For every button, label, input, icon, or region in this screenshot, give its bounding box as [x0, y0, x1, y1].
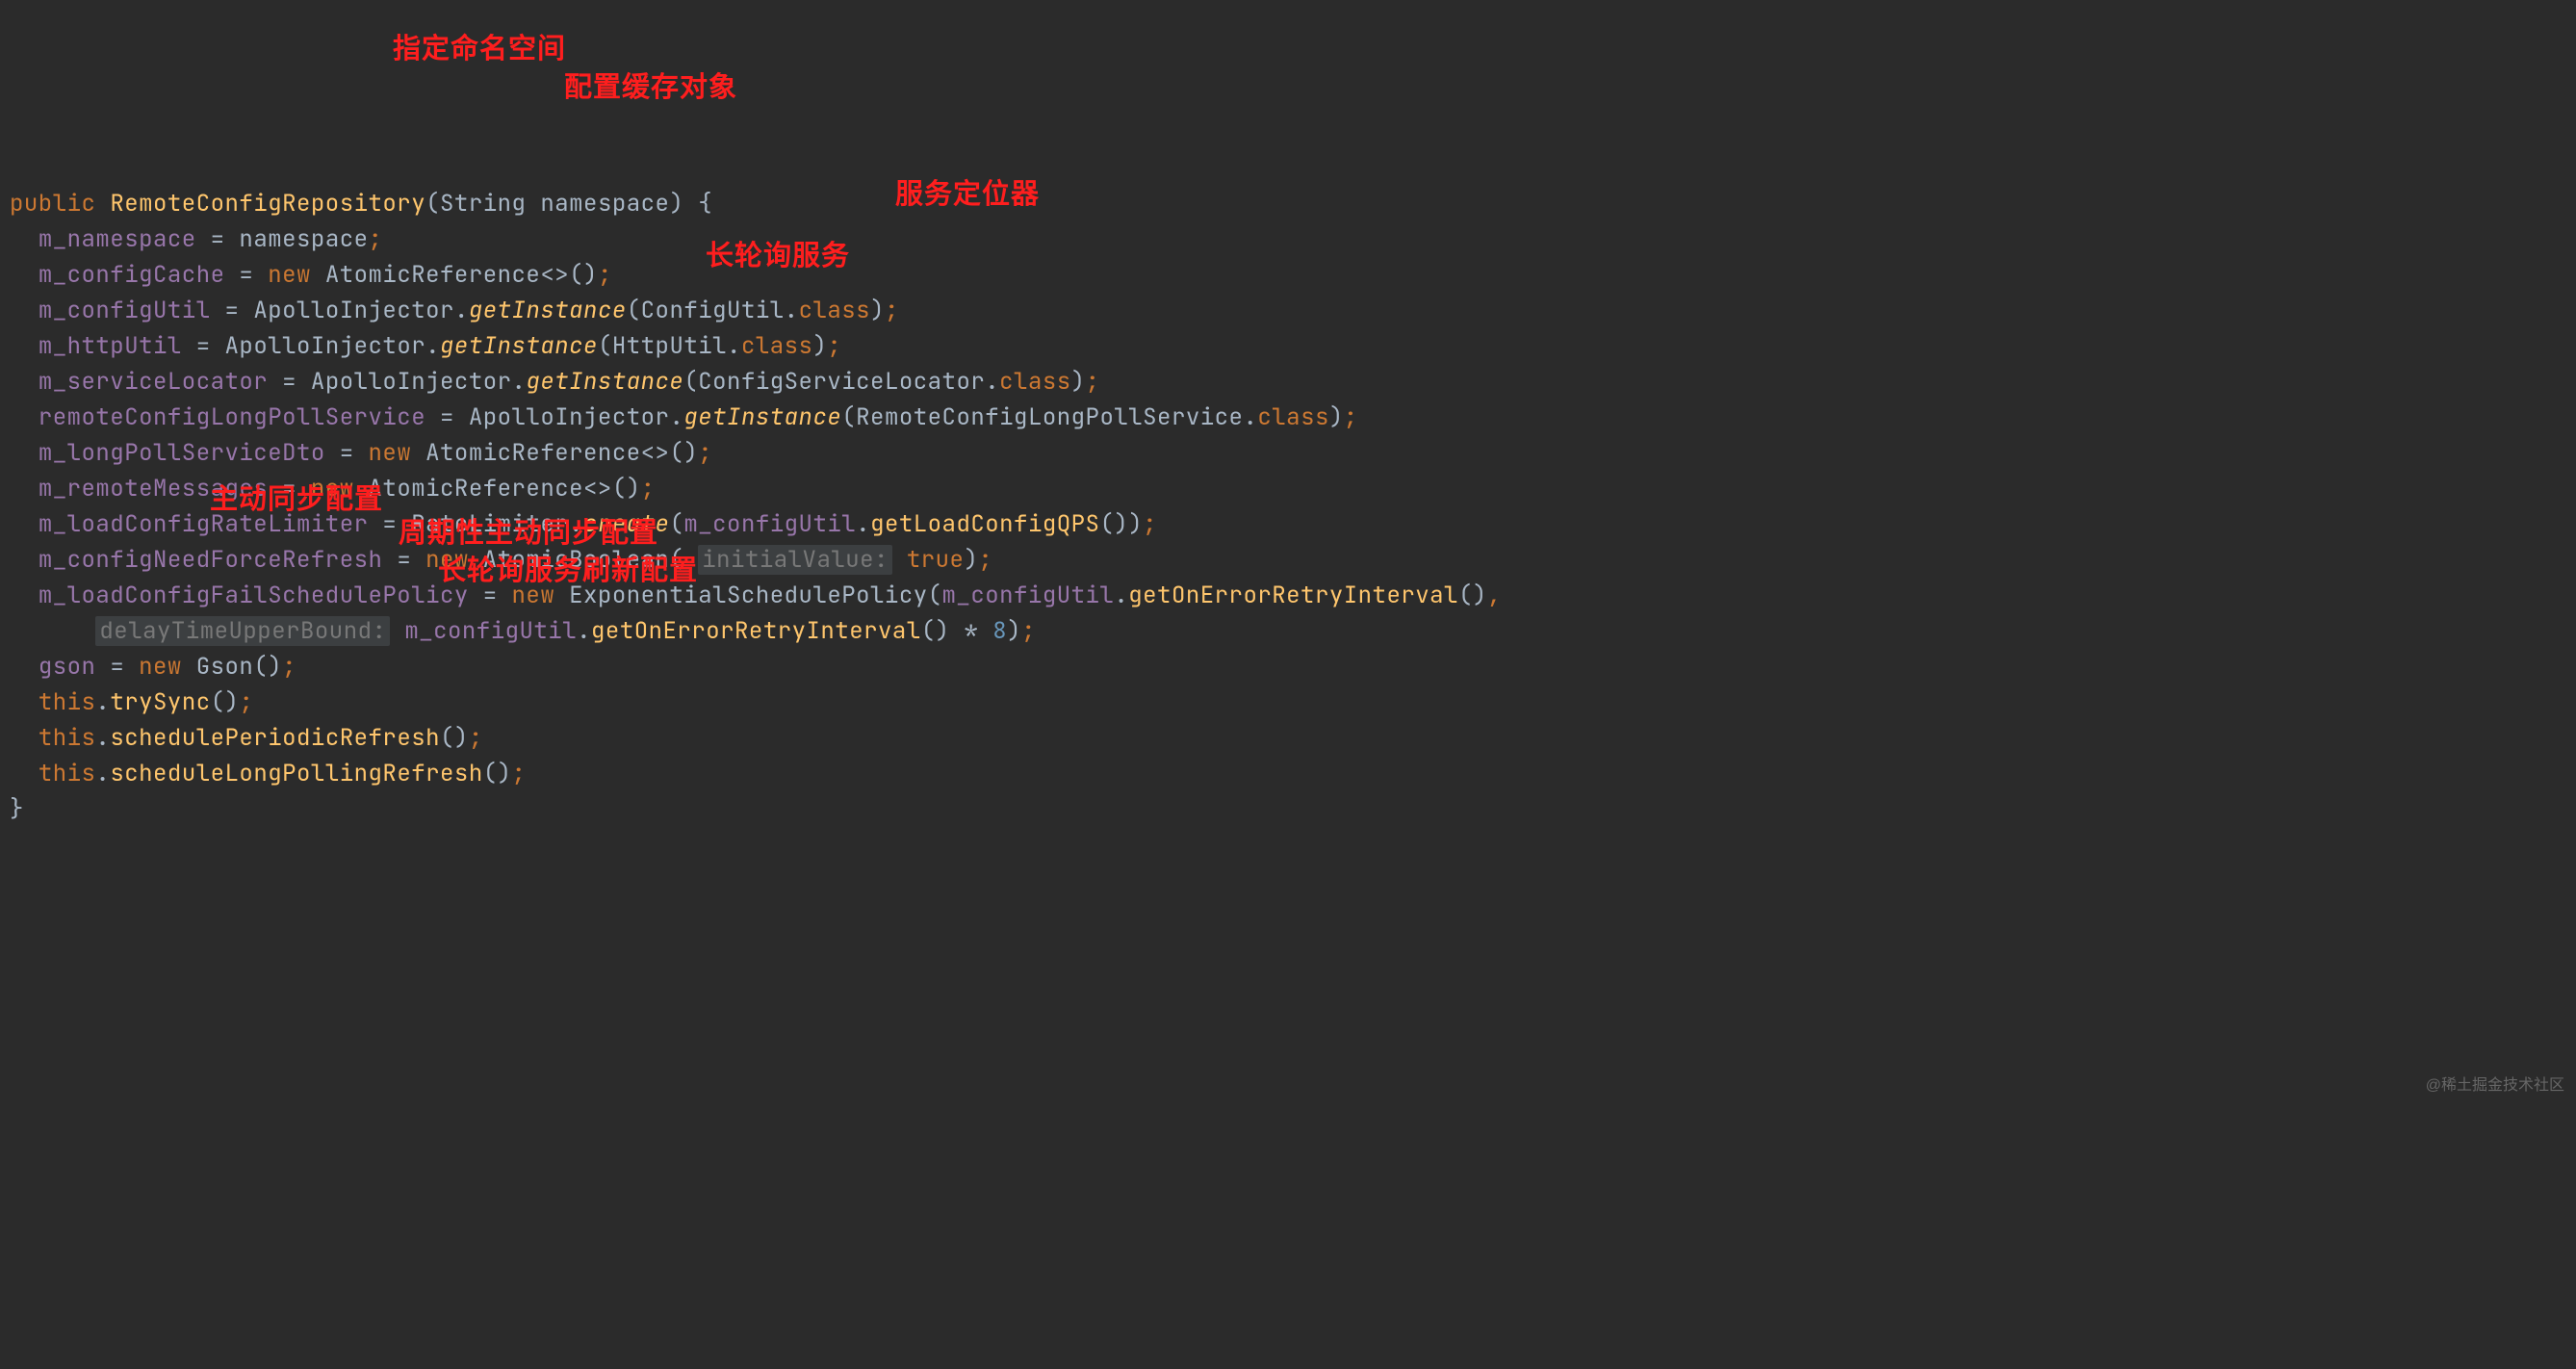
type: AtomicReference [369, 474, 584, 504]
annotation-long-poll: 长轮询服务 [706, 239, 850, 274]
call: schedulePeriodicRefresh [110, 723, 440, 753]
class: ApolloInjector [253, 296, 454, 325]
kw-public: public [10, 189, 95, 219]
annotation-long-poll-refresh: 长轮询服务刷新配置 [438, 554, 698, 589]
field: m_configNeedForceRefresh [39, 545, 383, 575]
field: m_configCache [39, 260, 225, 290]
class: ApolloInjector [311, 367, 512, 397]
ctor-name: RemoteConfigRepository [110, 189, 425, 219]
kw-this: this [39, 687, 96, 717]
line-7: remoteConfigLongPollService = ApolloInje… [10, 402, 1358, 432]
line-17: this.scheduleLongPollingRefresh(); [10, 759, 526, 788]
field: m_httpUtil [39, 331, 182, 361]
annotation-periodic: 周期性主动同步配置 [399, 516, 658, 552]
kw-new: new [268, 260, 311, 290]
method: getInstance [469, 296, 627, 325]
parens: () [612, 474, 641, 504]
annotation-try-sync: 主动同步配置 [210, 482, 383, 518]
annotation-namespace: 指定命名空间 [393, 32, 566, 67]
type: Gson [196, 652, 254, 682]
brace-open: { [698, 189, 712, 219]
generics: <> [540, 260, 569, 290]
obj: m_configUtil [404, 616, 577, 646]
annotation-service-locator: 服务定位器 [895, 177, 1040, 213]
field: m_namespace [39, 224, 196, 254]
line-12: m_loadConfigFailSchedulePolicy = new Exp… [10, 581, 1502, 610]
class: ApolloInjector [469, 402, 670, 432]
rhs: namespace [239, 224, 368, 254]
method: getInstance [440, 331, 598, 361]
class: ApolloInjector [225, 331, 426, 361]
kw-this: this [39, 759, 96, 788]
watermark: @稀土掘金技术社区 [2426, 1068, 2564, 1103]
call: scheduleLongPollingRefresh [110, 759, 482, 788]
code-block: public RemoteConfigRepository(String nam… [0, 142, 2576, 835]
line-13: delayTimeUpperBound: m_configUtil.getOnE… [10, 616, 1036, 646]
arg1-call: getOnErrorRetryInterval [1128, 581, 1458, 610]
bool-true: true [907, 545, 965, 575]
arg1-obj: m_configUtil [942, 581, 1115, 610]
call: trySync [110, 687, 210, 717]
generics: <> [583, 474, 612, 504]
kw-new: new [139, 652, 182, 682]
line-18: } [10, 794, 24, 824]
arg-type: HttpUtil [612, 331, 727, 361]
arg-call: getLoadConfigQPS [870, 509, 1099, 539]
generics: <> [641, 438, 670, 468]
arg-type: ConfigUtil [641, 296, 785, 325]
parens: () [569, 260, 598, 290]
line-14: gson = new Gson(); [10, 652, 296, 682]
line-3: m_configCache = new AtomicReference<>(); [10, 260, 612, 290]
kw-new: new [369, 438, 412, 468]
line-8: m_longPollServiceDto = new AtomicReferen… [10, 438, 712, 468]
type: AtomicReference [325, 260, 541, 290]
line-5: m_httpUtil = ApolloInjector.getInstance(… [10, 331, 841, 361]
line-16: this.schedulePeriodicRefresh(); [10, 723, 483, 753]
field: gson [39, 652, 96, 682]
arg-type: RemoteConfigLongPollService [856, 402, 1243, 432]
param-type: String [440, 189, 526, 219]
call: getOnErrorRetryInterval [591, 616, 921, 646]
param-hint: delayTimeUpperBound: [95, 616, 390, 646]
op: * [964, 616, 978, 646]
field: m_configUtil [39, 296, 211, 325]
method: getInstance [683, 402, 841, 432]
field: remoteConfigLongPollService [39, 402, 425, 432]
type: AtomicReference [425, 438, 641, 468]
line-4: m_configUtil = ApolloInjector.getInstanc… [10, 296, 899, 325]
method: getInstance [526, 367, 683, 397]
line-2: m_namespace = namespace; [10, 224, 382, 254]
parens: () [669, 438, 698, 468]
line-1: public RemoteConfigRepository(String nam… [10, 189, 712, 219]
arg-obj: m_configUtil [683, 509, 856, 539]
param-name: namespace [540, 189, 669, 219]
brace-close: } [10, 794, 24, 824]
field: m_loadConfigFailSchedulePolicy [39, 581, 469, 610]
annotation-config-cache: 配置缓存对象 [564, 70, 737, 106]
param-hint: initialValue: [698, 545, 892, 575]
line-6: m_serviceLocator = ApolloInjector.getIns… [10, 367, 1099, 397]
line-15: this.trySync(); [10, 687, 253, 717]
field: m_serviceLocator [39, 367, 268, 397]
field: m_longPollServiceDto [39, 438, 325, 468]
arg-type: ConfigServiceLocator [698, 367, 985, 397]
number: 8 [992, 616, 1007, 646]
kw-this: this [39, 723, 96, 753]
